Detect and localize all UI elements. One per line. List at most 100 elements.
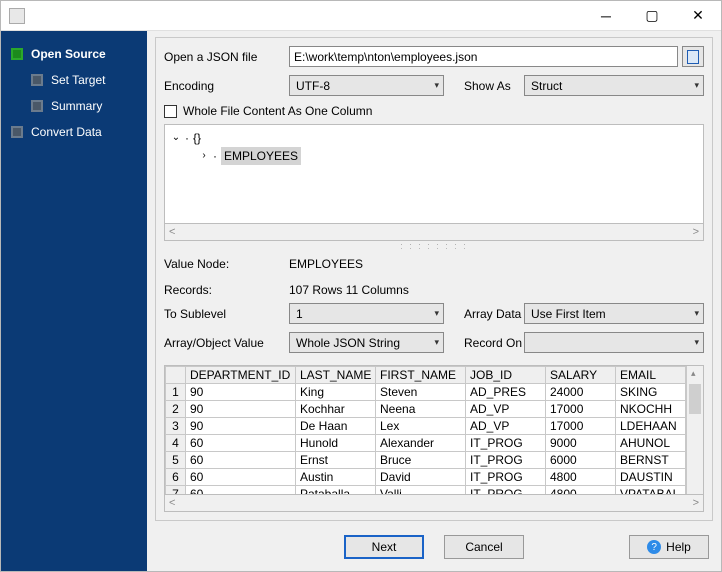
- cell: NKOCHH: [616, 401, 686, 418]
- json-tree[interactable]: ⌄ · {} › · EMPLOYEES: [164, 124, 704, 224]
- grid-horizontal-scroll[interactable]: <>: [164, 495, 704, 512]
- file-icon: [687, 50, 699, 64]
- whole-file-checkbox[interactable]: [164, 105, 177, 118]
- sidebar-item-set-target[interactable]: Set Target: [1, 67, 147, 93]
- sidebar-item-summary[interactable]: Summary: [1, 93, 147, 119]
- cell: AD_VP: [466, 418, 546, 435]
- main-panel: Open a JSON file Encoding UTF-8 ▾ Show A…: [147, 31, 721, 571]
- arr-obj-label: Array/Object Value: [164, 336, 289, 350]
- chevron-down-icon: ▾: [694, 308, 699, 319]
- node-label: EMPLOYEES: [221, 147, 301, 165]
- sidebar-item-convert-data[interactable]: Convert Data: [1, 119, 147, 145]
- table-row[interactable]: 290KochharNeenaAD_VP17000NKOCHH: [166, 401, 686, 418]
- row-number: 7: [166, 486, 186, 495]
- row-number: 6: [166, 469, 186, 486]
- file-path-input[interactable]: [289, 46, 678, 67]
- table-row[interactable]: 660AustinDavidIT_PROG4800DAUSTIN: [166, 469, 686, 486]
- scroll-thumb[interactable]: [689, 384, 701, 414]
- records-value: 107 Rows 11 Columns: [289, 283, 704, 297]
- cell: 60: [186, 469, 296, 486]
- column-header[interactable]: EMAIL: [616, 367, 686, 384]
- array-data-select[interactable]: Use First Item ▾: [524, 303, 704, 324]
- cell: Kochhar: [296, 401, 376, 418]
- cell: AHUNOL: [616, 435, 686, 452]
- sidebar-label: Summary: [51, 99, 102, 113]
- cell: Steven: [376, 384, 466, 401]
- cell: SKING: [616, 384, 686, 401]
- column-header[interactable]: SALARY: [546, 367, 616, 384]
- show-as-select[interactable]: Struct ▾: [524, 75, 704, 96]
- cell: 17000: [546, 418, 616, 435]
- cell: 9000: [546, 435, 616, 452]
- encoding-row: Encoding UTF-8 ▾ Show As Struct ▾: [164, 75, 704, 96]
- step-icon: [31, 74, 43, 86]
- table-row[interactable]: 460HunoldAlexanderIT_PROG9000AHUNOL: [166, 435, 686, 452]
- sidebar-label: Set Target: [51, 73, 105, 87]
- table-row[interactable]: 390De HaanLexAD_VP17000LDEHAAN: [166, 418, 686, 435]
- cell: 90: [186, 384, 296, 401]
- cell: BERNST: [616, 452, 686, 469]
- chevron-down-icon: ▾: [434, 80, 439, 91]
- to-sublevel-select[interactable]: 1 ▾: [289, 303, 444, 324]
- show-as-value: Struct: [531, 79, 562, 93]
- table-row[interactable]: 760PataballaValliIT_PROG4800VPATABAL: [166, 486, 686, 495]
- cell: 90: [186, 418, 296, 435]
- array-data-value: Use First Item: [531, 307, 606, 321]
- cell: Neena: [376, 401, 466, 418]
- column-header[interactable]: FIRST_NAME: [376, 367, 466, 384]
- value-node-value: EMPLOYEES: [289, 257, 704, 271]
- close-button[interactable]: ✕: [675, 1, 721, 31]
- row-number: 5: [166, 452, 186, 469]
- next-label: Next: [372, 540, 397, 554]
- cell: 4800: [546, 469, 616, 486]
- tree-horizontal-scroll[interactable]: <>: [164, 224, 704, 241]
- help-button[interactable]: ? Help: [629, 535, 709, 559]
- splitter-handle[interactable]: : : : : : : : :: [164, 241, 704, 251]
- open-file-label: Open a JSON file: [164, 50, 289, 64]
- sidebar-label: Convert Data: [31, 125, 102, 139]
- cell: Lex: [376, 418, 466, 435]
- grid-vertical-scroll[interactable]: ▴: [686, 366, 703, 494]
- encoding-select[interactable]: UTF-8 ▾: [289, 75, 444, 96]
- arr-obj-row: Array/Object Value Whole JSON String ▾ R…: [164, 332, 704, 353]
- arr-obj-select[interactable]: Whole JSON String ▾: [289, 332, 444, 353]
- cell: Hunold: [296, 435, 376, 452]
- column-header[interactable]: JOB_ID: [466, 367, 546, 384]
- step-icon: [11, 48, 23, 60]
- encoding-value: UTF-8: [296, 79, 330, 93]
- column-header[interactable]: LAST_NAME: [296, 367, 376, 384]
- minimize-button[interactable]: ─: [583, 1, 629, 31]
- array-data-label: Array Data: [444, 307, 524, 321]
- value-node-label: Value Node:: [164, 257, 289, 271]
- row-number: 1: [166, 384, 186, 401]
- content-area: Open Source Set Target Summary Convert D…: [1, 31, 721, 571]
- chevron-down-icon: ▾: [434, 337, 439, 348]
- cell: DAUSTIN: [616, 469, 686, 486]
- cell: LDEHAAN: [616, 418, 686, 435]
- table-row[interactable]: 560ErnstBruceIT_PROG6000BERNST: [166, 452, 686, 469]
- cell: 60: [186, 435, 296, 452]
- form-area: Open a JSON file Encoding UTF-8 ▾ Show A…: [155, 37, 713, 521]
- table-row[interactable]: 190KingStevenAD_PRES24000SKING: [166, 384, 686, 401]
- sidebar-item-open-source[interactable]: Open Source: [1, 41, 147, 67]
- object-icon: ·: [185, 129, 189, 147]
- column-header[interactable]: DEPARTMENT_ID: [186, 367, 296, 384]
- expand-icon[interactable]: ›: [199, 147, 209, 165]
- cell: Alexander: [376, 435, 466, 452]
- preview-grid[interactable]: DEPARTMENT_IDLAST_NAMEFIRST_NAMEJOB_IDSA…: [165, 366, 686, 494]
- tree-root[interactable]: ⌄ · {}: [171, 129, 697, 147]
- titlebar: ─ ▢ ✕: [1, 1, 721, 31]
- preview-grid-wrap: DEPARTMENT_IDLAST_NAMEFIRST_NAMEJOB_IDSA…: [164, 365, 704, 495]
- row-header-blank: [166, 367, 186, 384]
- next-button[interactable]: Next: [344, 535, 424, 559]
- array-icon: ·: [213, 147, 217, 165]
- encoding-label: Encoding: [164, 79, 289, 93]
- chevron-down-icon: ▾: [694, 337, 699, 348]
- browse-file-button[interactable]: [682, 46, 704, 67]
- sidebar-label: Open Source: [31, 47, 106, 61]
- record-on-select[interactable]: ▾: [524, 332, 704, 353]
- collapse-icon[interactable]: ⌄: [171, 129, 181, 147]
- maximize-button[interactable]: ▢: [629, 1, 675, 31]
- tree-node-employees[interactable]: › · EMPLOYEES: [199, 147, 697, 165]
- cancel-button[interactable]: Cancel: [444, 535, 524, 559]
